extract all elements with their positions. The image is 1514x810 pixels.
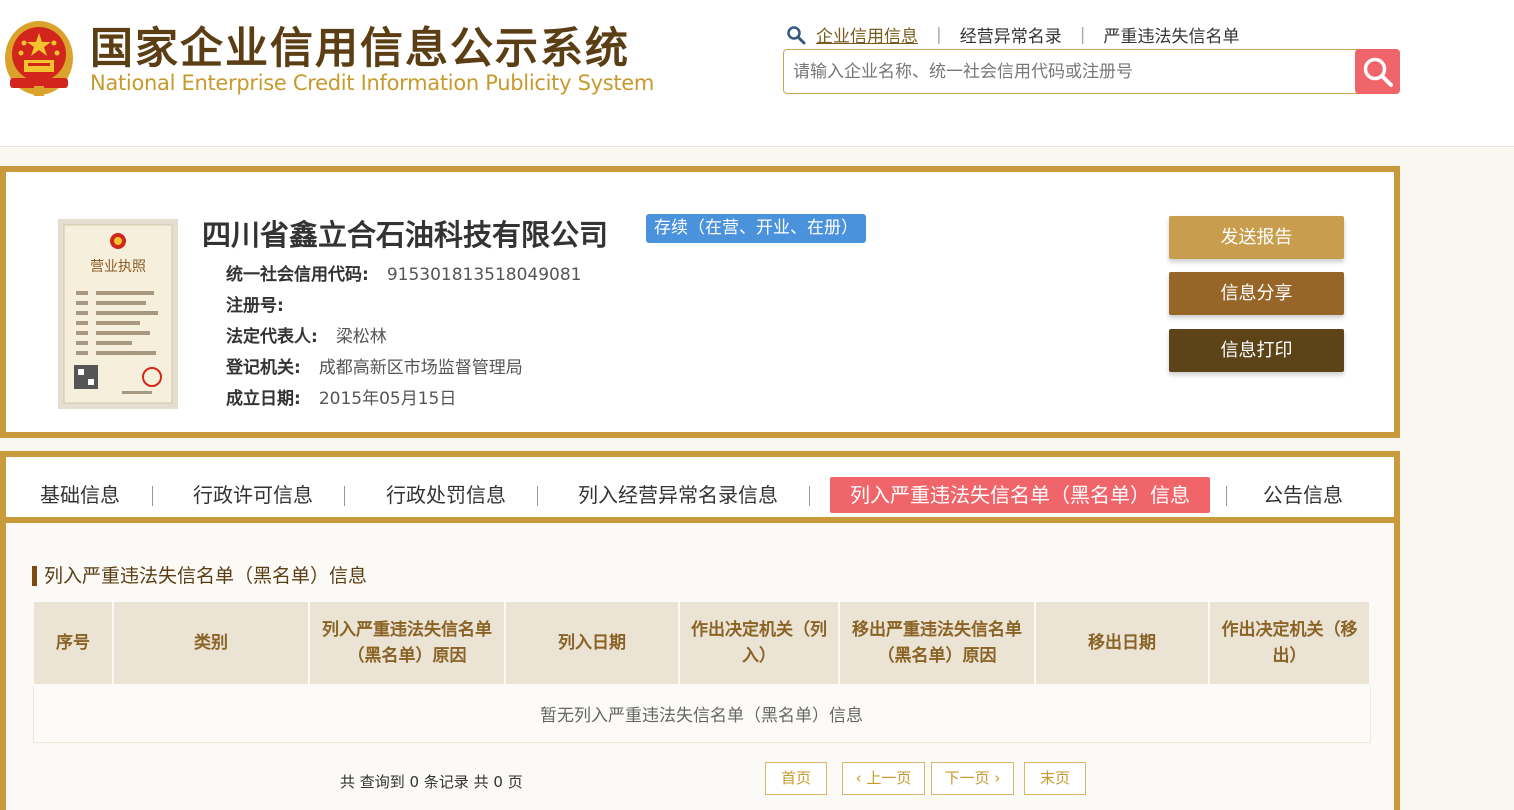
info-row-legal-rep: 法定代表人: 梁松林 [226, 322, 387, 347]
tab-separator [344, 486, 345, 506]
site-header: 国家企业信用信息公示系统 National Enterprise Credit … [0, 0, 1514, 147]
table-row: 暂无列入严重违法失信名单（黑名单）信息 [32, 684, 1371, 743]
section-title: 列入严重违法失信名单（黑名单）信息 [32, 566, 367, 586]
info-value: 成都高新区市场监督管理局 [318, 358, 523, 378]
license-title: 营业执照 [90, 259, 146, 275]
tab-separator [152, 486, 153, 506]
pager-next-label: 下一页 [944, 769, 990, 787]
magnifier-icon [787, 25, 806, 44]
table-header-row: 序号 类别 列入严重违法失信名单（黑名单）原因 列入日期 作出决定机关（列入） … [32, 600, 1371, 686]
national-emblem-icon [5, 21, 73, 96]
nav-abnormal-list[interactable]: 经营异常名录 [960, 22, 1062, 47]
tab-announcements[interactable]: 公告信息 [1263, 477, 1343, 513]
tab-admin-license[interactable]: 行政许可信息 [193, 477, 313, 513]
pager-prev[interactable]: ‹ 上一页 [842, 762, 925, 795]
company-card: 营业执照 四川省鑫立合石油科技有限公司 存续（在营、开业、在册） 统一社会信用代… [0, 166, 1400, 438]
info-value: 915301813518049081 [386, 265, 582, 285]
tab-blacklist[interactable]: 列入严重违法失信名单（黑名单）信息 [830, 477, 1210, 513]
nav-separator: | [936, 24, 942, 45]
pager-next[interactable]: 下一页 › [931, 762, 1014, 795]
tab-separator [1226, 486, 1227, 506]
search-bar [783, 49, 1400, 94]
col-removal-reason: 移出严重违法失信名单（黑名单）原因 [838, 600, 1036, 686]
send-report-button[interactable]: 发送报告 [1169, 216, 1344, 259]
info-row-established: 成立日期: 2015年05月15日 [226, 384, 456, 409]
nav-enterprise-credit[interactable]: 企业信用信息 [816, 22, 918, 47]
info-label: 统一社会信用代码: [226, 265, 369, 285]
share-info-button[interactable]: 信息分享 [1169, 272, 1344, 315]
info-value: 梁松林 [335, 327, 387, 347]
nav-blacklist[interactable]: 严重违法失信名单 [1103, 22, 1239, 47]
info-label: 成立日期: [226, 389, 301, 409]
search-icon [1363, 57, 1393, 87]
chevron-left-icon: ‹ [855, 769, 867, 787]
col-index: 序号 [32, 600, 114, 686]
search-input[interactable] [784, 50, 1354, 93]
record-summary: 共 查询到 0 条记录 共 0 页 [340, 773, 523, 791]
status-badge: 存续（在营、开业、在册） [646, 214, 866, 243]
company-name: 四川省鑫立合石油科技有限公司 [202, 218, 609, 252]
info-value: 2015年05月15日 [318, 389, 457, 409]
info-row-authority: 登记机关: 成都高新区市场监督管理局 [226, 353, 523, 378]
col-removal-date: 移出日期 [1034, 600, 1210, 686]
info-label: 注册号: [226, 296, 284, 316]
search-button[interactable] [1355, 49, 1400, 94]
col-category: 类别 [112, 600, 310, 686]
blacklist-table: 序号 类别 列入严重违法失信名单（黑名单）原因 列入日期 作出决定机关（列入） … [32, 600, 1371, 743]
info-panel: 基础信息 行政许可信息 行政处罚信息 列入经营异常名录信息 列入严重违法失信名单… [0, 451, 1400, 810]
info-row-credit-code: 统一社会信用代码: 915301813518049081 [226, 260, 582, 285]
chevron-right-icon: › [989, 769, 1001, 787]
col-listing-date: 列入日期 [504, 600, 680, 686]
tab-abnormal-list[interactable]: 列入经营异常名录信息 [578, 477, 778, 513]
top-nav: 企业信用信息 | 经营异常名录 | 严重违法失信名单 [786, 22, 1239, 47]
empty-message: 暂无列入严重违法失信名单（黑名单）信息 [32, 684, 1371, 743]
tab-admin-penalty[interactable]: 行政处罚信息 [386, 477, 506, 513]
tab-bar: 基础信息 行政许可信息 行政处罚信息 列入经营异常名录信息 列入严重违法失信名单… [6, 457, 1394, 523]
business-license-icon: 营业执照 [58, 219, 178, 409]
col-listing-authority: 作出决定机关（列入） [678, 600, 840, 686]
pager-last[interactable]: 末页 [1024, 762, 1086, 795]
info-label: 法定代表人: [226, 327, 318, 347]
site-title: 国家企业信用信息公示系统 [90, 24, 630, 74]
info-row-reg-number: 注册号: [226, 291, 302, 316]
col-removal-authority: 作出决定机关（移出） [1208, 600, 1371, 686]
tab-basic-info[interactable]: 基础信息 [40, 477, 120, 513]
site-subtitle: National Enterprise Credit Information P… [90, 71, 655, 95]
tab-separator [537, 486, 538, 506]
info-label: 登记机关: [226, 358, 301, 378]
print-info-button[interactable]: 信息打印 [1169, 329, 1344, 372]
tab-separator [809, 486, 810, 506]
pager-first[interactable]: 首页 [765, 762, 827, 795]
pager-prev-label: 上一页 [866, 769, 912, 787]
col-listing-reason: 列入严重违法失信名单（黑名单）原因 [308, 600, 506, 686]
nav-separator: | [1079, 24, 1086, 45]
